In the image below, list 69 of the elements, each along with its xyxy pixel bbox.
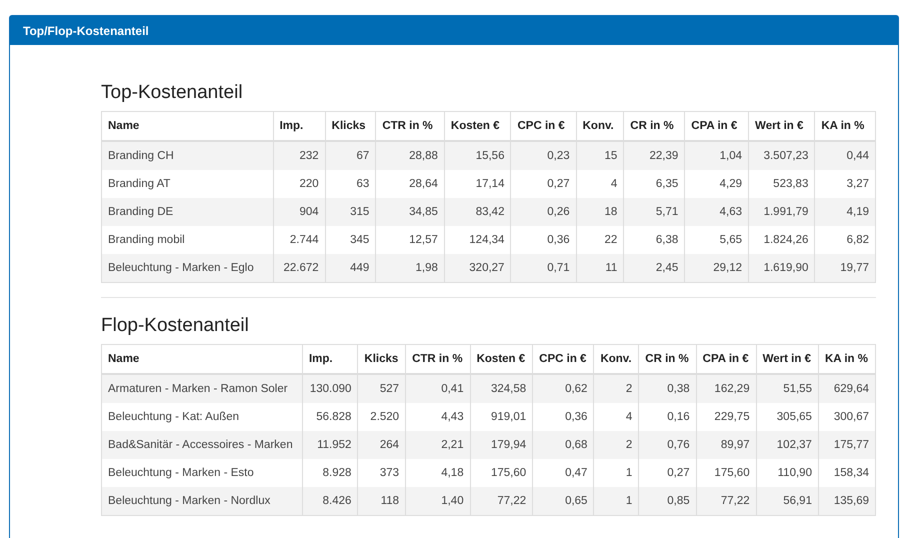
table-cell: 320,27 [444, 254, 511, 282]
table-cell: 0,65 [532, 487, 594, 516]
table-cell: 77,22 [696, 487, 756, 516]
table-cell: 89,97 [696, 431, 756, 459]
table-cell: 4,19 [814, 198, 876, 226]
table-cell: 0,41 [406, 374, 470, 403]
table-cell: 1,98 [376, 254, 444, 282]
table-cell: 19,77 [814, 254, 876, 282]
table-cell: 51,55 [756, 374, 818, 403]
table-cell: 34,85 [376, 198, 444, 226]
table-cell: 1 [594, 487, 639, 516]
table-cell: 83,42 [444, 198, 511, 226]
panel-title: Top/Flop-Kostenanteil [23, 24, 149, 38]
table-cell: 5,71 [624, 198, 685, 226]
table-cell: 22.672 [273, 254, 326, 282]
table-cell: 264 [358, 431, 406, 459]
table-cell: 28,88 [376, 141, 444, 170]
table-cell: 0,71 [510, 254, 576, 282]
table-cell: Beleuchtung - Marken - Eglo [102, 254, 274, 282]
table-cell: Branding CH [102, 141, 274, 170]
table-cell: 0,44 [814, 141, 876, 170]
table-cell: 162,29 [696, 374, 756, 403]
table-cell: 29,12 [684, 254, 749, 282]
table-cell: 130.090 [302, 374, 358, 403]
table-cell: 2,45 [624, 254, 685, 282]
table-cell: 527 [358, 374, 406, 403]
table-cell: 77,22 [470, 487, 533, 516]
table-cell: 904 [273, 198, 326, 226]
table-cell: Bad&Sanitär - Accessoires - Marken [102, 431, 302, 459]
table-cell: 11 [576, 254, 624, 282]
table-cell: 18 [576, 198, 624, 226]
table-cell: Armaturen - Marken - Ramon Soler [102, 374, 302, 403]
table-cell: 0,23 [510, 141, 576, 170]
table-cell: 0,38 [638, 374, 696, 403]
table-cell: 1.619,90 [748, 254, 815, 282]
table-cell: 4,63 [684, 198, 749, 226]
table-cell: 56,91 [756, 487, 818, 516]
table-cell: 118 [358, 487, 406, 516]
table-cell: 315 [325, 198, 376, 226]
table-cell: 67 [325, 141, 376, 170]
table-cell: 324,58 [470, 374, 533, 403]
table-cell: 179,94 [470, 431, 533, 459]
table-cell: 2 [594, 374, 639, 403]
table-cell: 0,62 [532, 374, 594, 403]
table-cell: 1,04 [684, 141, 749, 170]
table-cell: 11.952 [302, 431, 358, 459]
section-heading: Top-Kostenanteil [101, 81, 244, 105]
table-cell: 629,64 [818, 374, 876, 403]
table-cell: 175,77 [818, 431, 876, 459]
table-cell: 15,56 [444, 141, 511, 170]
table-cell: Branding DE [102, 198, 274, 226]
table-cell: 0,85 [638, 487, 696, 516]
table-cell: 449 [325, 254, 376, 282]
table-cell: 0,76 [638, 431, 696, 459]
table-cell: 2,21 [406, 431, 470, 459]
table-cell: 8.426 [302, 487, 358, 516]
table-cell: 22,39 [624, 141, 685, 170]
table-cell: 232 [273, 141, 326, 170]
table-cell: 102,37 [756, 431, 818, 459]
table-cell: 3.507,23 [748, 141, 815, 170]
table-cell: 0,68 [532, 431, 594, 459]
table-cell: 2 [594, 431, 639, 459]
table-cell: 1,40 [406, 487, 470, 516]
section-heading: Flop-Kostenanteil [101, 314, 250, 338]
table-cell: 135,69 [818, 487, 876, 516]
table-cell: 1.991,79 [748, 198, 815, 226]
table-cell: Beleuchtung - Marken - Nordlux [102, 487, 302, 516]
table-cell: 15 [576, 141, 624, 170]
table-cell: 0,26 [510, 198, 576, 226]
